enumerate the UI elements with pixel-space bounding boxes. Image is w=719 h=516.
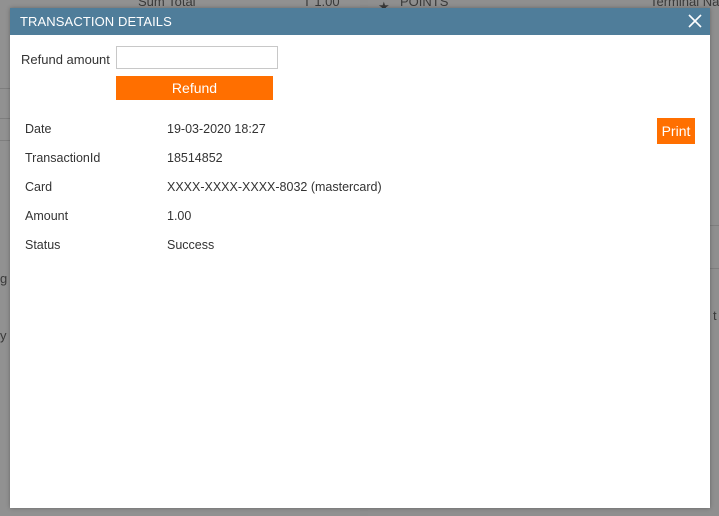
detail-row-status: Status Success bbox=[25, 238, 525, 267]
detail-label: Status bbox=[25, 238, 61, 252]
detail-label: Amount bbox=[25, 209, 69, 223]
refund-button[interactable]: Refund bbox=[116, 76, 273, 100]
detail-label: Card bbox=[25, 180, 53, 194]
detail-value: Success bbox=[167, 238, 215, 252]
detail-row-amount: Amount 1.00 bbox=[25, 209, 525, 238]
background-divider bbox=[0, 140, 10, 141]
detail-label: Date bbox=[25, 122, 52, 136]
refund-amount-label: Refund amount bbox=[21, 52, 110, 67]
background-edge-text: t bbox=[713, 308, 717, 323]
dialog-header: TRANSACTION DETAILS bbox=[10, 8, 710, 35]
background-divider bbox=[710, 225, 719, 226]
detail-label: TransactionId bbox=[25, 151, 101, 165]
print-button[interactable]: Print bbox=[657, 118, 695, 144]
close-icon bbox=[688, 14, 702, 28]
detail-row-card: Card XXXX-XXXX-XXXX-8032 (mastercard) bbox=[25, 180, 525, 209]
dialog-title: TRANSACTION DETAILS bbox=[20, 14, 172, 29]
detail-value: XXXX-XXXX-XXXX-8032 (mastercard) bbox=[167, 180, 382, 194]
transaction-details-dialog: TRANSACTION DETAILS Refund amount Refund… bbox=[10, 8, 710, 508]
background-divider bbox=[710, 268, 719, 269]
background-divider bbox=[0, 88, 10, 89]
detail-value: 1.00 bbox=[167, 209, 192, 223]
refund-amount-input[interactable] bbox=[116, 46, 278, 69]
detail-row-transaction-id: TransactionId 18514852 bbox=[25, 151, 525, 180]
detail-row-date: Date 19-03-2020 18:27 bbox=[25, 122, 525, 151]
background-edge-text: g bbox=[0, 271, 8, 286]
close-button[interactable] bbox=[686, 12, 704, 30]
background-divider bbox=[0, 118, 10, 119]
background-edge-text: y bbox=[0, 328, 7, 343]
detail-value: 18514852 bbox=[167, 151, 223, 165]
detail-value: 19-03-2020 18:27 bbox=[167, 122, 266, 136]
